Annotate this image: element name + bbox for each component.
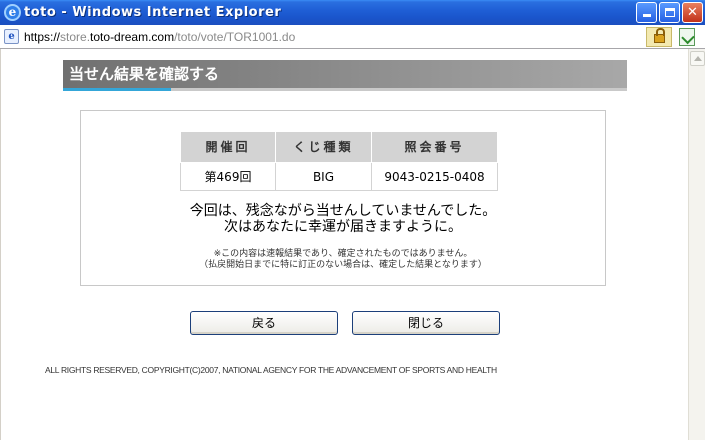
close-icon: ✕ [687,5,698,20]
compatibility-page-icon[interactable] [679,28,695,46]
header-accent-line [63,88,171,91]
vertical-scrollbar[interactable] [688,49,705,440]
result-message-line2: 次はあなたに幸運が届きますように。 [224,219,462,235]
ie-logo-icon: e [4,4,21,21]
table-header-row: 開催回 くじ種類 照会番号 [180,131,498,163]
copyright-text: ALL RIGHTS RESERVED, COPYRIGHT(C)2007, N… [45,365,497,375]
close-window-button[interactable]: ✕ [682,2,703,23]
result-message-line1: 今回は、残念ながら当せんしていませんでした。 [189,203,497,219]
back-button[interactable]: 戻る [190,311,338,335]
window-title: toto - Windows Internet Explorer [24,5,282,20]
result-table: 開催回 くじ種類 照会番号 第469回 BIG 9043-0215-0408 [180,131,498,191]
cell-lottery-type: BIG [275,162,372,191]
address-bar[interactable]: e https://store.toto-dream.com/toto/vote… [0,25,705,49]
close-button[interactable]: 閉じる [352,311,500,335]
lock-icon [654,28,665,43]
cell-round: 第469回 [180,162,276,191]
minimize-button[interactable] [636,2,657,23]
table-row: 第469回 BIG 9043-0215-0408 [180,162,498,191]
header-underline [171,88,627,91]
maximize-icon [664,8,675,17]
cell-reference-number: 9043-0215-0408 [371,162,498,191]
header-round: 開催回 [180,131,276,163]
maximize-button[interactable] [659,2,680,23]
disclaimer-line2: （払戻開始日までに特に訂正のない場合は、確定した結果となります） [199,260,487,270]
address-url[interactable]: https://store.toto-dream.com/toto/vote/T… [24,29,295,45]
page-favicon-icon: e [4,29,19,44]
page-title: 当せん結果を確認する [69,65,220,83]
security-lock-button[interactable] [646,27,672,47]
result-panel: 開催回 くじ種類 照会番号 第469回 BIG 9043-0215-0408 今… [80,110,606,286]
header-lottery-type: くじ種類 [275,131,372,163]
header-reference-number: 照会番号 [371,131,498,163]
window-title-bar[interactable]: e toto - Windows Internet Explorer ✕ [0,0,705,25]
scroll-up-arrow-icon[interactable] [690,51,705,66]
page-content: 当せん結果を確認する 開催回 くじ種類 照会番号 第469回 BIG 9043-… [0,49,688,440]
page-header: 当せん結果を確認する [63,60,627,88]
minimize-icon [642,14,651,17]
